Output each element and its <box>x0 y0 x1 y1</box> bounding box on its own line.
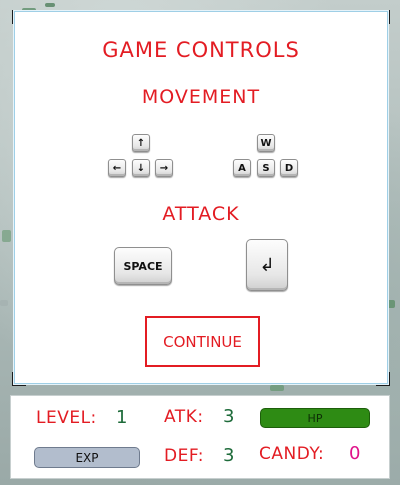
d-key: D <box>280 159 298 177</box>
level-value: 1 <box>116 407 128 428</box>
arrow-down-key: ↓ <box>132 159 150 177</box>
atk-value: 3 <box>223 406 235 427</box>
atk-label: ATK: <box>164 407 204 427</box>
exp-label: EXP <box>75 450 99 465</box>
arrow-right-key: → <box>155 159 173 177</box>
controls-modal: GAME CONTROLS MOVEMENT ↑ ← ↓ → W A S D A… <box>14 11 388 384</box>
def-label: DEF: <box>164 446 205 466</box>
continue-button[interactable]: CONTINUE <box>145 316 260 367</box>
status-hud: LEVEL: 1 ATK: 3 HP EXP DEF: 3 CANDY: 0 <box>10 395 390 479</box>
space-key: SPACE <box>114 247 172 285</box>
modal-title: GAME CONTROLS <box>102 38 300 62</box>
w-key: W <box>257 134 275 152</box>
enter-icon: ↲ <box>259 254 275 276</box>
arrow-up-key: ↑ <box>132 134 150 152</box>
movement-heading: MOVEMENT <box>141 86 261 108</box>
def-value: 3 <box>223 445 235 466</box>
arrow-left-key: ← <box>108 159 126 177</box>
attack-heading: ATTACK <box>162 203 240 225</box>
background-detail <box>270 385 284 391</box>
level-label: LEVEL: <box>36 408 97 428</box>
background-detail <box>0 300 8 306</box>
exp-bar: EXP <box>34 447 140 468</box>
hp-label: HP <box>307 411 323 425</box>
a-key: A <box>233 159 251 177</box>
candy-label: CANDY: <box>259 444 325 464</box>
s-key: S <box>257 159 275 177</box>
hp-bar: HP <box>260 408 370 428</box>
background-detail <box>2 230 11 242</box>
background-detail <box>45 3 55 7</box>
enter-key: ↲ <box>246 239 288 291</box>
candy-value: 0 <box>349 443 361 464</box>
